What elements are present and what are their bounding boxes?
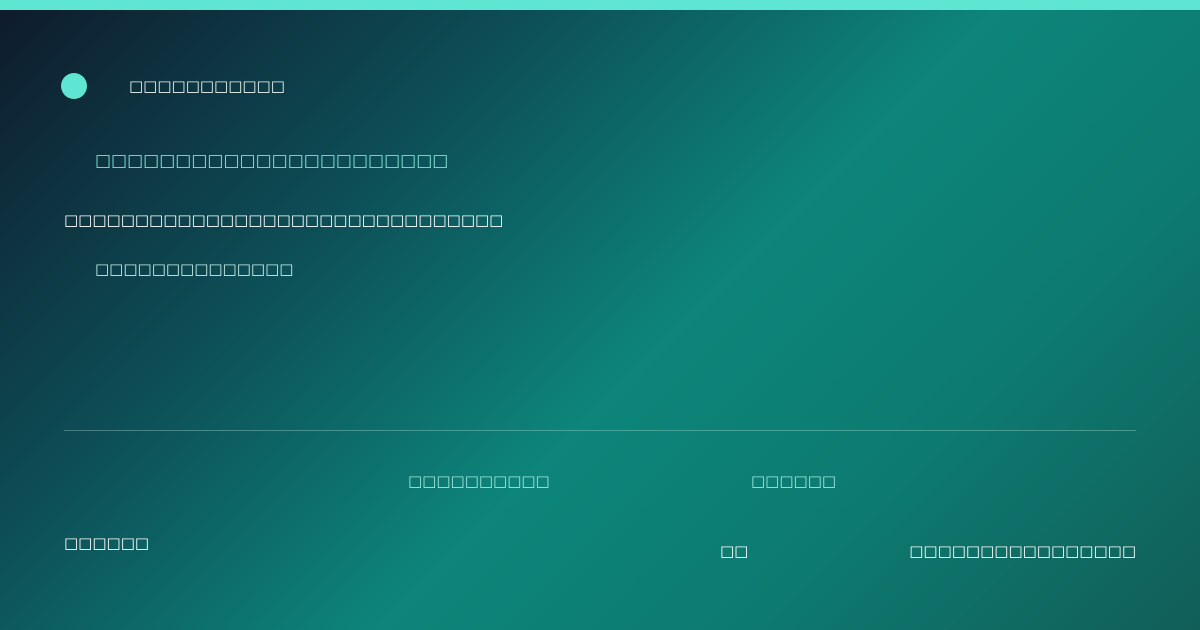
top-accent-bar (0, 0, 1200, 10)
brand-name: □□□□□□□□□□□ (129, 77, 285, 95)
headline: □□□□□□□□□□□□□□□□□□□□□□ (95, 151, 449, 171)
footer-right-text: □□□□□□□□□□□□□□□□ (909, 542, 1136, 560)
footer-middle-text: □□ (720, 542, 749, 560)
meta-item-a: □□□□□□□□□□ (408, 472, 550, 490)
footer-left-text: □□□□□□ (64, 534, 150, 552)
brand-dot-icon (61, 73, 87, 99)
divider (64, 430, 1136, 431)
subheadline: □□□□□□□□□□□□□□□□□□□□□□□□□□□□□□□ (64, 211, 504, 229)
tagline: □□□□□□□□□□□□□□ (95, 260, 294, 278)
meta-item-b: □□□□□□ (751, 472, 837, 490)
